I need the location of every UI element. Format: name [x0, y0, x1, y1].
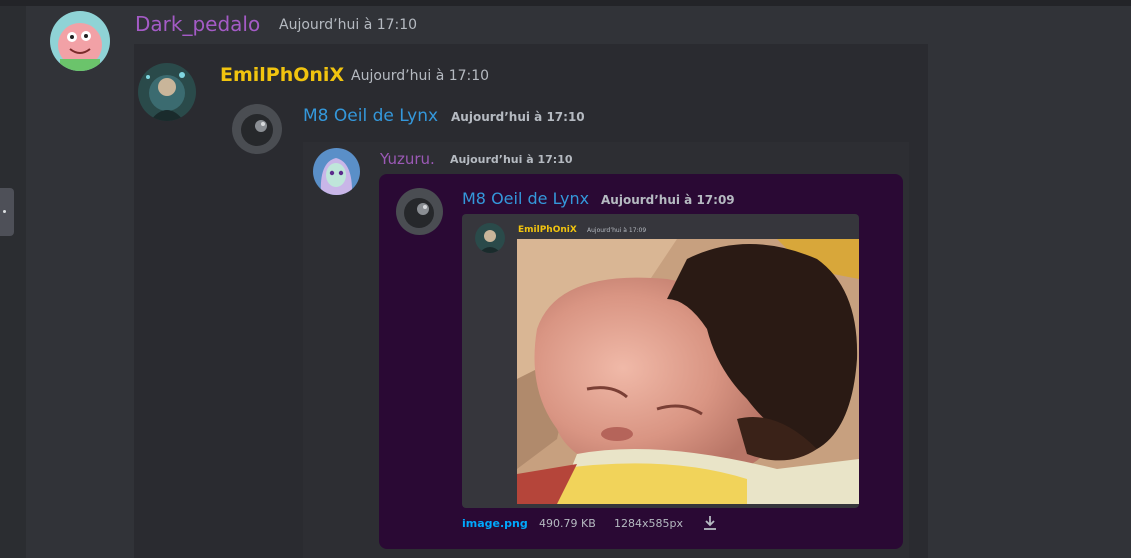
timestamp: Aujourd’hui à 17:09 — [601, 193, 735, 207]
download-icon[interactable] — [703, 515, 717, 531]
author-name[interactable]: M8 Oeil de Lynx — [303, 106, 438, 126]
avatar[interactable] — [313, 148, 360, 195]
side-panel-toggle[interactable] — [0, 188, 14, 236]
timestamp: Aujourd’hui à 17:10 — [351, 68, 490, 84]
author-name[interactable]: Yuzuru. — [380, 150, 435, 168]
avatar[interactable] — [396, 188, 443, 235]
author-name[interactable]: M8 Oeil de Lynx — [462, 189, 589, 208]
attachment-filename[interactable]: image.png — [462, 517, 528, 530]
avatar[interactable] — [475, 223, 505, 253]
left-rail — [0, 6, 26, 558]
timestamp: Aujourd’hui à 17:10 — [451, 110, 585, 124]
avatar[interactable] — [138, 63, 196, 121]
author-name[interactable]: EmilPhOniX — [220, 64, 344, 86]
author-name[interactable]: Dark_pedalo — [135, 12, 260, 36]
timestamp: Aujourd’hui à 17:10 — [450, 153, 573, 166]
avatar[interactable] — [50, 11, 110, 71]
dot-icon — [3, 210, 6, 213]
image-attachment[interactable] — [517, 239, 859, 504]
attachment-dimensions: 1284x585px — [614, 517, 683, 530]
author-name[interactable]: EmilPhOniX — [518, 225, 577, 235]
timestamp: Aujourd’hui à 17:09 — [587, 227, 647, 234]
attachment-size: 490.79 KB — [539, 517, 596, 530]
timestamp: Aujourd’hui à 17:10 — [279, 17, 418, 33]
avatar[interactable] — [232, 104, 282, 154]
